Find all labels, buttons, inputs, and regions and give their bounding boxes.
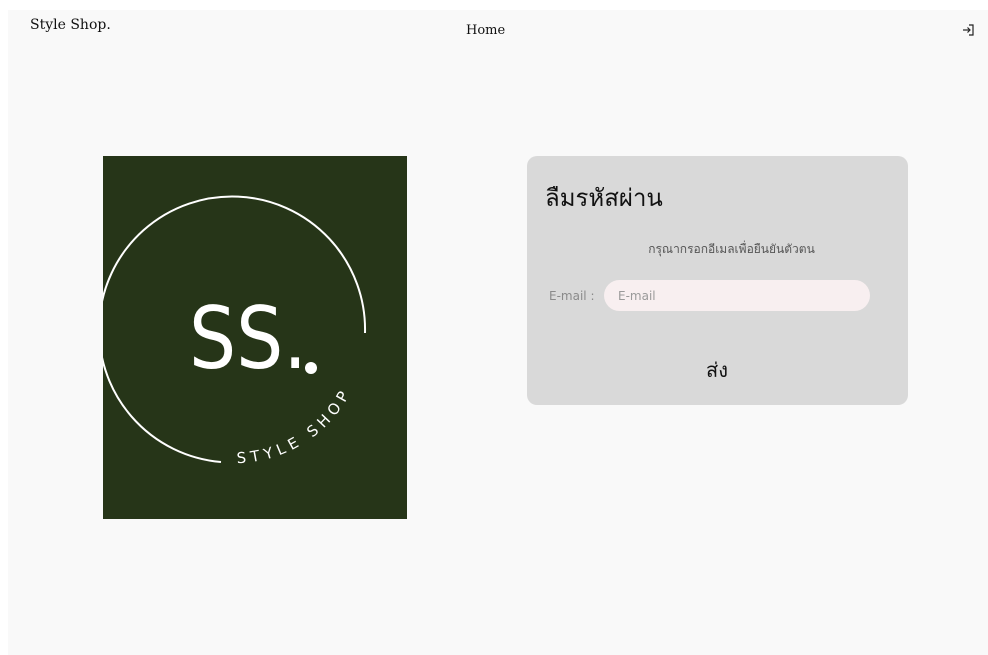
sign-in-icon[interactable] <box>960 22 976 38</box>
forgot-password-card: ลืมรหัสผ่าน กรุณากรอกอีเมลเพื่อยืนยันตัว… <box>527 156 908 405</box>
brand-name: Style Shop. <box>30 17 111 33</box>
nav-link-home[interactable]: Home <box>466 23 505 38</box>
svg-text:STYLE SHOP: STYLE SHOP <box>236 384 355 467</box>
email-field[interactable] <box>604 280 870 311</box>
logo-dot <box>305 362 317 374</box>
instruction-text: กรุณากรอกอีเมลเพื่อยืนยันตัวตน <box>648 242 815 256</box>
email-label: E-mail : <box>549 289 595 303</box>
page-title: ลืมรหัสผ่าน <box>545 184 663 212</box>
store-logo: SS. STYLE SHOP <box>103 156 407 519</box>
submit-button[interactable]: ส่ง <box>677 354 757 384</box>
logo-monogram: SS. <box>189 289 307 389</box>
page-background: Style Shop. Home SS. STYLE SHOP ลืมรหัสผ… <box>8 10 988 655</box>
logo-curved-text: STYLE SHOP <box>236 384 350 467</box>
